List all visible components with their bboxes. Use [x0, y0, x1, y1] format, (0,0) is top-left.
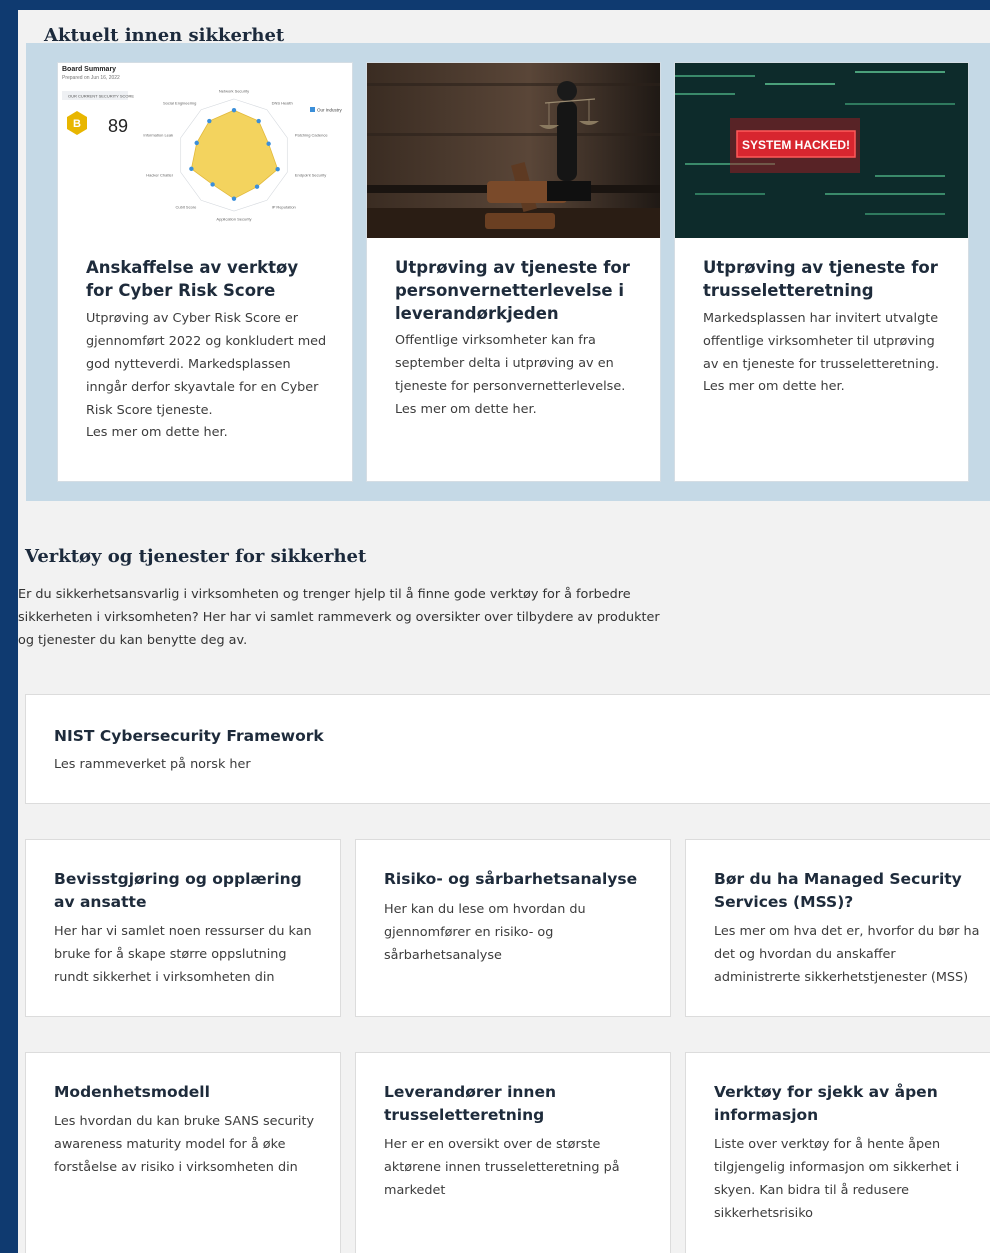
radar-point: [207, 118, 212, 124]
radar-point: [210, 182, 215, 187]
tile-description: Les hvordan du kan bruke SANS security a…: [54, 1114, 315, 1175]
radar-chart: Network Security DNS Health Patching Caden…: [143, 89, 328, 222]
radar-axis-label: Information Leak: [143, 133, 173, 138]
news-card-trussel[interactable]: SYSTEM HACKED! Utprøving av tjeneste for…: [674, 62, 969, 482]
radar-point: [256, 118, 261, 124]
radar-axis-label: Cubit Score: [175, 204, 197, 209]
tile-title: Bevisstgjøring og opplæring av ansatte: [54, 870, 302, 911]
tile-description: Her har vi samlet noen ressurser du kan …: [54, 924, 312, 985]
board-summary-heading: Board Summary: [62, 66, 116, 73]
news-card-title: Utprøving av tjeneste for trusseletteret…: [703, 258, 938, 300]
legend-label: Our Industry: [317, 108, 343, 113]
tile-title: Modenhetsmodell: [54, 1083, 210, 1101]
radar-axis-label: Hacker Chatter: [146, 172, 174, 177]
tile-description: Les rammeverket på norsk her: [54, 757, 251, 772]
tile-title: Verktøy for sjekk av åpen informasjon: [714, 1083, 938, 1124]
nist-framework-card[interactable]: NIST Cybersecurity Framework Les rammeve…: [25, 694, 990, 804]
legend-swatch: [310, 107, 315, 112]
justice-statue-gavel-icon: [367, 63, 660, 238]
tile-managed-security[interactable]: Bør du ha Managed Security Services (MSS…: [685, 839, 990, 1017]
tile-description: Her er en oversikt over de største aktør…: [384, 1137, 620, 1198]
radar-point: [275, 166, 280, 172]
news-card-body: Markedsplassen har invitert utvalgte off…: [703, 311, 940, 372]
score-value: 89: [108, 116, 128, 136]
read-more-link[interactable]: Les mer om dette her.: [395, 398, 537, 421]
tile-title: NIST Cybersecurity Framework: [54, 727, 324, 745]
radar-area: [190, 109, 279, 200]
news-card-personvern[interactable]: Utprøving av tjeneste for personvernette…: [366, 62, 661, 482]
radar-point: [266, 141, 271, 146]
tile-description: Liste over verktøy for å hente åpen tilg…: [714, 1137, 960, 1221]
hacked-banner-text: SYSTEM HACKED!: [742, 138, 850, 152]
radar-axis-label: Application Security: [216, 217, 251, 222]
radar-point: [194, 140, 199, 146]
news-card-body: Utprøving av Cyber Risk Score er gjennom…: [86, 311, 327, 418]
read-more-link[interactable]: Les mer om dette her.: [86, 421, 228, 444]
news-card-body: Offentlige virksomheter kan fra septembe…: [395, 333, 626, 394]
radar-axis-label: Social Engineering: [163, 101, 196, 106]
news-card-title: Anskaffelse av verktøy for Cyber Risk Sc…: [86, 258, 299, 300]
radar-axis-label: Endpoint Security: [295, 172, 326, 177]
tile-description: Her kan du lese om hvordan du gjennomfør…: [384, 902, 586, 963]
read-more-link[interactable]: Les mer om dette her.: [703, 375, 845, 398]
tools-intro: Er du sikkerhetsansvarlig i virksomheten…: [18, 586, 660, 648]
radar-axis-label: DNS Health: [272, 101, 293, 106]
radar-axis-label: Patching Cadence: [295, 133, 328, 138]
radar-point: [231, 196, 237, 201]
radar-point: [231, 108, 237, 113]
main-content: Aktuelt innen sikkerhet Board Summary Pr…: [18, 10, 990, 1253]
score-label: OUR CURRENT SECURITY SCORE: [68, 94, 134, 99]
tile-title: Bør du ha Managed Security Services (MSS…: [714, 870, 962, 911]
radar-point: [189, 166, 194, 172]
hacked-screen-image: SYSTEM HACKED!: [675, 63, 968, 238]
radar-axis-label: IP Reputation: [272, 204, 296, 209]
radar-axis-label: Network Security: [219, 89, 249, 94]
board-summary-date: Prepared on Jun 16, 2022: [62, 75, 120, 81]
tile-title: Leverandører innen trusseletteretning: [384, 1083, 557, 1124]
news-card-title: Utprøving av tjeneste for personvernette…: [395, 258, 630, 323]
board-summary-image: Board Summary Prepared on Jun 16, 2022 O…: [58, 63, 352, 238]
tile-open-info-tools[interactable]: Verktøy for sjekk av åpen informasjon Li…: [685, 1052, 990, 1253]
tile-maturity-model[interactable]: Modenhetsmodell Les hvordan du kan bruke…: [25, 1052, 341, 1253]
grade-letter: B: [73, 118, 81, 130]
tile-threat-intel-vendors[interactable]: Leverandører innen trusseletteretning He…: [355, 1052, 671, 1253]
tile-description: Les mer om hva det er, hvorfor du bør ha…: [714, 924, 980, 985]
tile-title: Risiko- og sårbarhetsanalyse: [384, 870, 638, 888]
tile-risk-analysis[interactable]: Risiko- og sårbarhetsanalyse Her kan du …: [355, 839, 671, 1017]
radar-point: [254, 184, 260, 189]
tools-section-title: Verktøy og tjenester for sikkerhet: [25, 545, 367, 567]
tile-awareness-training[interactable]: Bevisstgjøring og opplæring av ansatte H…: [25, 839, 341, 1017]
news-card-cyber-risk[interactable]: Board Summary Prepared on Jun 16, 2022 O…: [57, 62, 353, 482]
